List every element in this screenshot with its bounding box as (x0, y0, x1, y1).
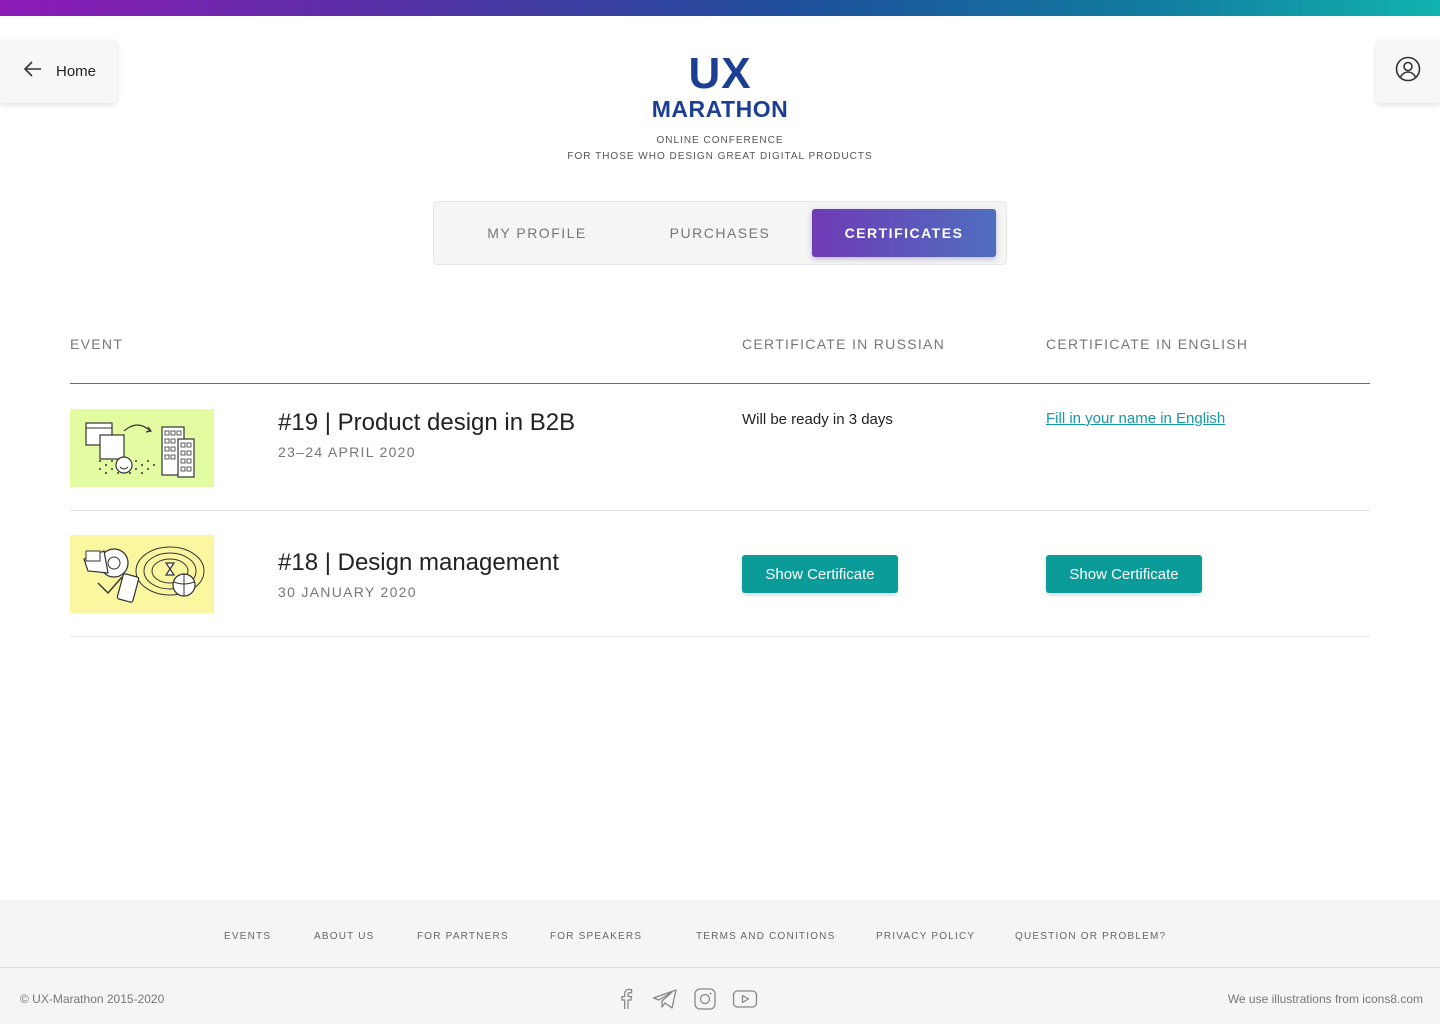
arrow-left-icon (23, 61, 42, 82)
home-button[interactable]: Home (0, 40, 117, 103)
event-thumbnail-18 (70, 535, 214, 613)
illustration-credits[interactable]: We use illustrations from icons8.com (1228, 992, 1423, 1006)
tagline: ONLINE CONFERENCE FOR THOSE WHO DESIGN G… (470, 133, 970, 165)
footer-link-about-us[interactable]: ABOUT US (314, 931, 375, 942)
youtube-icon[interactable] (732, 987, 758, 1011)
instagram-icon[interactable] (692, 987, 718, 1011)
header-divider (70, 383, 1370, 384)
footer: EVENTS ABOUT US FOR PARTNERS FOR SPEAKER… (0, 900, 1440, 1024)
show-english-certificate-button[interactable]: Show Certificate (1046, 555, 1202, 593)
column-header-event: EVENT (70, 336, 124, 352)
top-gradient-bar (0, 0, 1440, 16)
footer-link-privacy-policy[interactable]: PRIVACY POLICY (876, 931, 975, 942)
event-date: 23–24 APRIL 2020 (278, 444, 416, 460)
event-thumbnail-19 (70, 409, 214, 487)
logo[interactable]: UX MARATHON (620, 52, 820, 121)
tab-bar: MY PROFILE PURCHASES CERTIFICATES (433, 201, 1007, 265)
fill-name-english-link[interactable]: Fill in your name in English (1046, 410, 1225, 427)
tagline-line-2: FOR THOSE WHO DESIGN GREAT DIGITAL PRODU… (567, 151, 873, 162)
russian-certificate-status: Will be ready in 3 days (742, 411, 893, 428)
tagline-line-1: ONLINE CONFERENCE (656, 135, 784, 146)
footer-link-events[interactable]: EVENTS (224, 931, 271, 942)
facebook-icon[interactable] (613, 987, 639, 1011)
footer-link-terms[interactable]: TERMS AND CONITIONS (696, 931, 835, 942)
event-title[interactable]: #18 | Design management (278, 549, 559, 577)
tab-purchases[interactable]: PURCHASES (630, 202, 810, 264)
column-header-russian: CERTIFICATE IN RUSSIAN (742, 336, 946, 352)
user-circle-icon (1395, 56, 1421, 87)
show-russian-certificate-button[interactable]: Show Certificate (742, 555, 898, 593)
tab-certificates[interactable]: CERTIFICATES (812, 209, 996, 257)
copyright-text: © UX-Marathon 2015-2020 (20, 992, 165, 1006)
logo-line-1: UX (688, 49, 752, 98)
row-divider (70, 636, 1370, 637)
row-divider (70, 510, 1370, 511)
event-date: 30 JANUARY 2020 (278, 584, 417, 600)
telegram-icon[interactable] (652, 987, 678, 1011)
profile-button[interactable] (1376, 40, 1440, 103)
tab-my-profile[interactable]: MY PROFILE (444, 202, 630, 264)
footer-link-question[interactable]: QUESTION OR PROBLEM? (1015, 931, 1166, 942)
event-title[interactable]: #19 | Product design in B2B (278, 409, 575, 437)
home-button-label: Home (56, 63, 97, 80)
footer-link-for-partners[interactable]: FOR PARTNERS (417, 931, 509, 942)
footer-link-for-speakers[interactable]: FOR SPEAKERS (550, 931, 642, 942)
logo-line-2: MARATHON (651, 96, 789, 122)
column-header-english: CERTIFICATE IN ENGLISH (1046, 336, 1249, 352)
footer-divider (0, 967, 1440, 968)
